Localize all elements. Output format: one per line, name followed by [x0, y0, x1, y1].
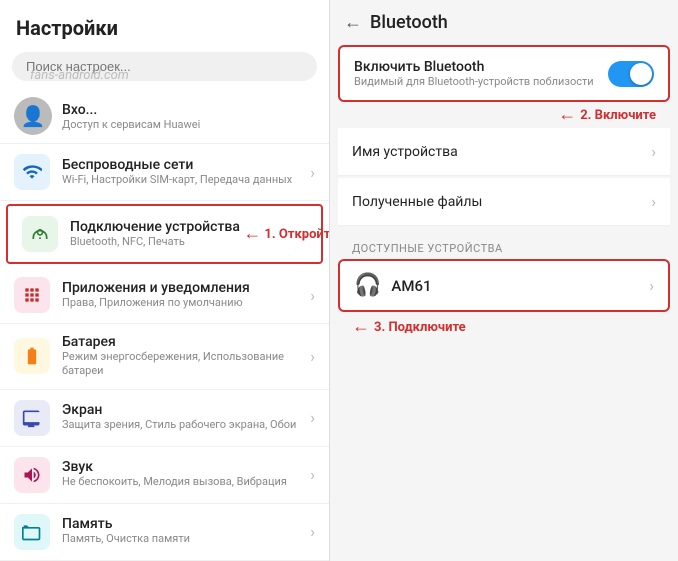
toggle-thumb: [630, 63, 652, 85]
battery-text: Батарея Режим энергосбережения, Использо…: [62, 334, 298, 379]
settings-item-screen[interactable]: Экран Защита зрения, Стиль рабочего экра…: [0, 390, 329, 447]
device-subtitle: Bluetooth, NFC, Печать: [70, 235, 240, 249]
sound-title: Звук: [62, 459, 287, 475]
received-files-title: Полученные файлы: [352, 194, 482, 210]
apps-text: Приложения и уведомления Права, Приложен…: [62, 280, 250, 310]
device-am61-chevron: ›: [649, 276, 654, 295]
back-button[interactable]: ←: [344, 12, 362, 33]
left-panel: Настройки 👤 Вхо... Доступ к сервисам Hua…: [0, 0, 330, 550]
battery-title: Батарея: [62, 334, 298, 350]
step2-label: 2. Включите: [580, 108, 656, 123]
sound-icon: [14, 457, 50, 493]
bt-enable-title: Включить Bluetooth: [354, 59, 594, 75]
apps-subtitle: Права, Приложения по умолчанию: [62, 296, 250, 310]
sound-text: Звук Не беспокоить, Мелодия вызова, Вибр…: [62, 459, 287, 489]
profile-name: Вхо...: [62, 102, 200, 118]
battery-chevron: ›: [310, 347, 315, 366]
wifi-text: Беспроводные сети Wi-Fi, Настройки SIM-к…: [62, 157, 292, 187]
bt-enable-subtitle: Видимый для Bluetooth-устройств поблизос…: [354, 75, 594, 88]
bt-enable-text: Включить Bluetooth Видимый для Bluetooth…: [354, 59, 594, 88]
received-files-chevron: ›: [651, 192, 656, 211]
device-text: Подключение устройства Bluetooth, NFC, П…: [70, 219, 240, 249]
settings-item-sound[interactable]: Звук Не беспокоить, Мелодия вызова, Вибр…: [0, 447, 329, 504]
settings-title: Настройки: [0, 0, 329, 48]
memory-chevron: ›: [310, 522, 315, 541]
step1-label: 1. Откройте: [264, 227, 329, 242]
memory-subtitle: Память, Очистка памяти: [62, 532, 190, 546]
sound-chevron: ›: [310, 465, 315, 484]
memory-icon: [14, 514, 50, 550]
step3-label: 3. Подключите: [374, 320, 466, 335]
step1-arrow: ←: [243, 225, 261, 243]
profile-text: Вхо... Доступ к сервисам Huawei: [62, 102, 200, 131]
device-icon: [22, 216, 58, 252]
profile-row[interactable]: 👤 Вхо... Доступ к сервисам Huawei: [0, 89, 329, 144]
right-title: Bluetooth: [370, 12, 448, 33]
bt-enable-card[interactable]: Включить Bluetooth Видимый для Bluetooth…: [338, 45, 670, 102]
step2-arrow: ←: [558, 106, 576, 124]
received-files-row[interactable]: Полученные файлы ›: [338, 178, 670, 226]
screen-chevron: ›: [310, 408, 315, 427]
apps-icon: [14, 277, 50, 313]
device-name-title: Имя устройства: [352, 144, 458, 160]
step1-annotation: ← 1. Откройте: [243, 225, 329, 243]
device-card-am61[interactable]: 🎧 АМ61 ›: [338, 259, 670, 312]
apps-chevron: ›: [310, 286, 315, 305]
screen-icon: [14, 400, 50, 436]
settings-item-memory[interactable]: Память Память, Очистка памяти ›: [0, 504, 329, 561]
bt-toggle[interactable]: [608, 61, 654, 87]
right-content: Включить Bluetooth Видимый для Bluetooth…: [330, 45, 678, 550]
device-name-chevron: ›: [651, 142, 656, 161]
wifi-chevron: ›: [310, 163, 315, 182]
avatar: 👤: [14, 97, 52, 135]
memory-text: Память Память, Очистка памяти: [62, 516, 190, 546]
sound-subtitle: Не беспокоить, Мелодия вызова, Вибрация: [62, 475, 287, 489]
right-panel: ← Bluetooth Включить Bluetooth Видимый д…: [330, 0, 678, 550]
settings-item-battery[interactable]: Батарея Режим энергосбережения, Использо…: [0, 324, 329, 390]
settings-item-apps[interactable]: Приложения и уведомления Права, Приложен…: [0, 267, 329, 324]
available-section-header: ДОСТУПНЫЕ УСТРОЙСТВА: [338, 232, 670, 259]
wifi-subtitle: Wi-Fi, Настройки SIM-карт, Передача данн…: [62, 173, 292, 187]
step3-arrow: ←: [352, 318, 370, 336]
battery-icon: [14, 338, 50, 374]
device-title: Подключение устройства: [70, 219, 240, 235]
screen-subtitle: Защита зрения, Стиль рабочего экрана, Об…: [62, 418, 296, 432]
wifi-icon: [14, 154, 50, 190]
step3-annotation: ← 3. Подключите: [338, 312, 670, 342]
screen-text: Экран Защита зрения, Стиль рабочего экра…: [62, 402, 296, 432]
search-input[interactable]: [12, 52, 317, 81]
settings-item-wifi[interactable]: Беспроводные сети Wi-Fi, Настройки SIM-к…: [0, 144, 329, 201]
apps-title: Приложения и уведомления: [62, 280, 250, 296]
headphone-icon: 🎧: [354, 273, 381, 298]
step2-annotation: ← 2. Включите: [338, 106, 670, 128]
memory-title: Память: [62, 516, 190, 532]
settings-list: Беспроводные сети Wi-Fi, Настройки SIM-к…: [0, 144, 329, 561]
right-header: ← Bluetooth: [330, 0, 678, 45]
screen-title: Экран: [62, 402, 296, 418]
profile-subtitle: Доступ к сервисам Huawei: [62, 118, 200, 131]
wifi-title: Беспроводные сети: [62, 157, 292, 173]
device-name-am61: АМ61: [391, 277, 431, 295]
battery-subtitle: Режим энергосбережения, Использование ба…: [62, 350, 298, 379]
device-name-row[interactable]: Имя устройства ›: [338, 128, 670, 176]
